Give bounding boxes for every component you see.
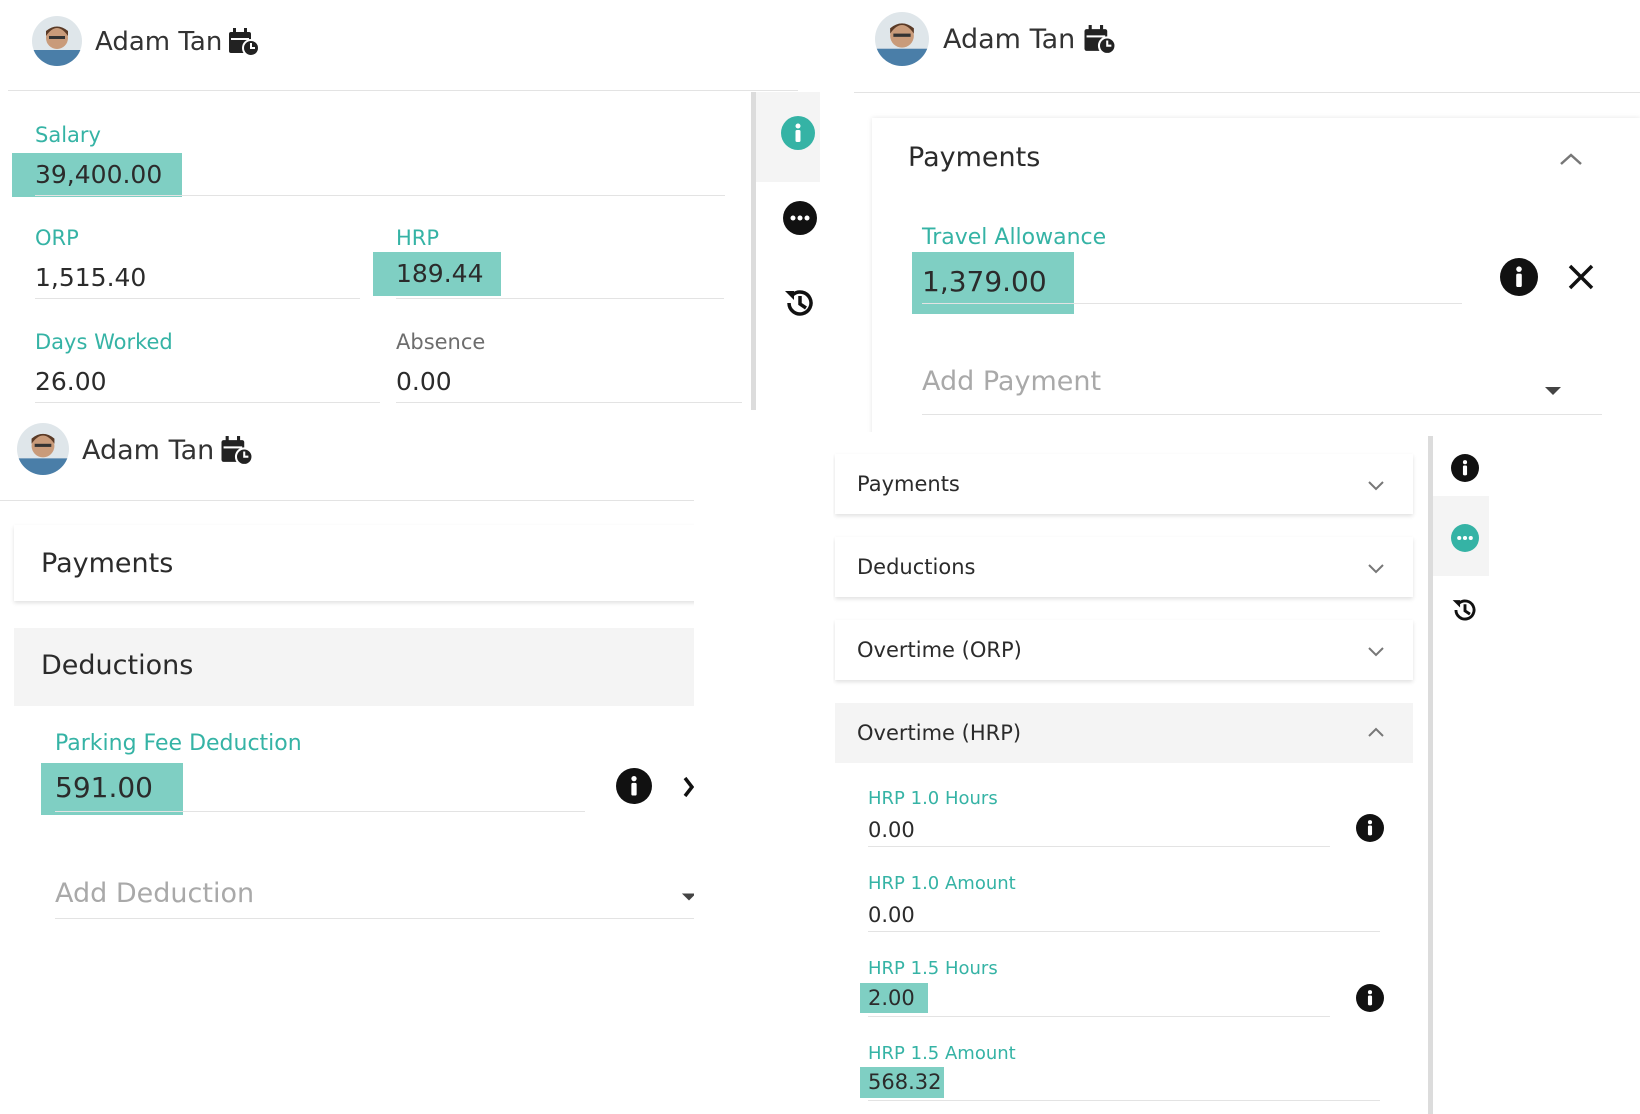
salary-value[interactable]: 39,400.00: [12, 153, 182, 197]
chevron-up-icon[interactable]: [1559, 152, 1583, 166]
deductions-section[interactable]: Deductions: [835, 537, 1413, 597]
user-name: Adam Tan: [82, 435, 215, 466]
info-icon[interactable]: [1356, 814, 1384, 842]
section-title: Overtime (ORP): [857, 638, 1022, 662]
info-icon[interactable]: [1451, 454, 1479, 482]
salary-label: Salary: [35, 123, 101, 147]
chevron-down-icon[interactable]: [1367, 563, 1385, 574]
hrp-1-5-amount-label: HRP 1.5 Amount: [868, 1043, 1016, 1064]
payments-panel: Adam Tan Payments Travel Allowance 1,379…: [840, 0, 1640, 432]
hrp-1-5-hours-value[interactable]: 2.00: [860, 983, 928, 1013]
calendar-clock-icon[interactable]: [220, 435, 254, 466]
payments-section: Payments Travel Allowance 1,379.00 Add P…: [872, 118, 1640, 432]
add-payment-dropdown[interactable]: Add Payment: [922, 366, 1101, 397]
history-icon[interactable]: [1451, 596, 1479, 624]
hrp-1-0-amount-label: HRP 1.0 Amount: [868, 873, 1016, 894]
parking-fee-label: Parking Fee Deduction: [55, 731, 302, 756]
hrp-1-5-amount-value[interactable]: 568.32: [860, 1067, 944, 1098]
info-icon[interactable]: [616, 768, 652, 804]
deductions-section-header[interactable]: Deductions: [14, 628, 694, 706]
header-divider: [854, 92, 1640, 93]
absence-label: Absence: [396, 330, 486, 354]
chevron-down-icon[interactable]: [1367, 480, 1385, 491]
chevron-up-icon[interactable]: [1367, 727, 1385, 738]
payments-section-title[interactable]: Payments: [908, 142, 1040, 173]
overtime-panel: Payments Deductions Overtime (ORP) Overt…: [833, 436, 1493, 1114]
chevron-down-icon[interactable]: [1367, 646, 1385, 657]
close-icon[interactable]: [682, 775, 694, 799]
user-name: Adam Tan: [95, 27, 223, 57]
orp-value[interactable]: 1,515.40: [35, 263, 146, 292]
hrp-1-0-hours-value[interactable]: 0.00: [868, 818, 915, 842]
add-deduction-dropdown[interactable]: Add Deduction: [55, 878, 254, 909]
hrp-value[interactable]: 189.44: [373, 252, 501, 296]
info-icon[interactable]: [1356, 984, 1384, 1012]
travel-allowance-label: Travel Allowance: [922, 225, 1107, 250]
caret-down-icon[interactable]: [681, 892, 694, 902]
section-title: Deductions: [857, 555, 976, 579]
payments-section[interactable]: Payments: [14, 525, 694, 601]
section-title: Payments: [857, 472, 960, 496]
avatar: [875, 12, 929, 66]
overtime-hrp-section-header[interactable]: Overtime (HRP): [835, 703, 1413, 763]
hrp-label: HRP: [396, 226, 440, 250]
calendar-clock-icon[interactable]: [1083, 24, 1117, 55]
absence-value[interactable]: 0.00: [396, 367, 452, 396]
deductions-section-title: Deductions: [41, 650, 194, 681]
days-worked-value[interactable]: 26.00: [35, 367, 107, 396]
header-divider: [0, 500, 694, 501]
orp-label: ORP: [35, 226, 79, 250]
section-title: Overtime (HRP): [857, 721, 1022, 745]
salary-panel: Adam Tan Salary 39,400.00 ORP 1,515.40 H…: [0, 0, 820, 410]
overtime-orp-section[interactable]: Overtime (ORP): [835, 620, 1413, 680]
payments-section[interactable]: Payments: [835, 454, 1413, 514]
hrp-1-0-hours-label: HRP 1.0 Hours: [868, 788, 998, 809]
header-divider: [8, 90, 798, 91]
more-icon[interactable]: [1451, 524, 1479, 552]
parking-fee-value[interactable]: 591.00: [41, 763, 183, 815]
user-name: Adam Tan: [943, 24, 1076, 55]
info-icon[interactable]: [1500, 258, 1538, 296]
hrp-1-0-amount-value[interactable]: 0.00: [868, 903, 915, 927]
more-icon[interactable]: [783, 201, 817, 235]
close-icon[interactable]: [1566, 262, 1596, 292]
travel-allowance-value[interactable]: 1,379.00: [912, 252, 1074, 314]
avatar: [17, 423, 69, 475]
history-icon[interactable]: [783, 286, 817, 320]
avatar: [32, 16, 82, 66]
calendar-clock-icon[interactable]: [228, 27, 260, 57]
caret-down-icon[interactable]: [1544, 386, 1562, 396]
days-worked-label: Days Worked: [35, 330, 173, 354]
hrp-1-5-hours-label: HRP 1.5 Hours: [868, 958, 998, 979]
deductions-panel: Adam Tan Payments Deductions Parking Fee…: [0, 410, 694, 930]
payments-section-title: Payments: [41, 548, 174, 579]
info-icon[interactable]: [781, 116, 815, 150]
